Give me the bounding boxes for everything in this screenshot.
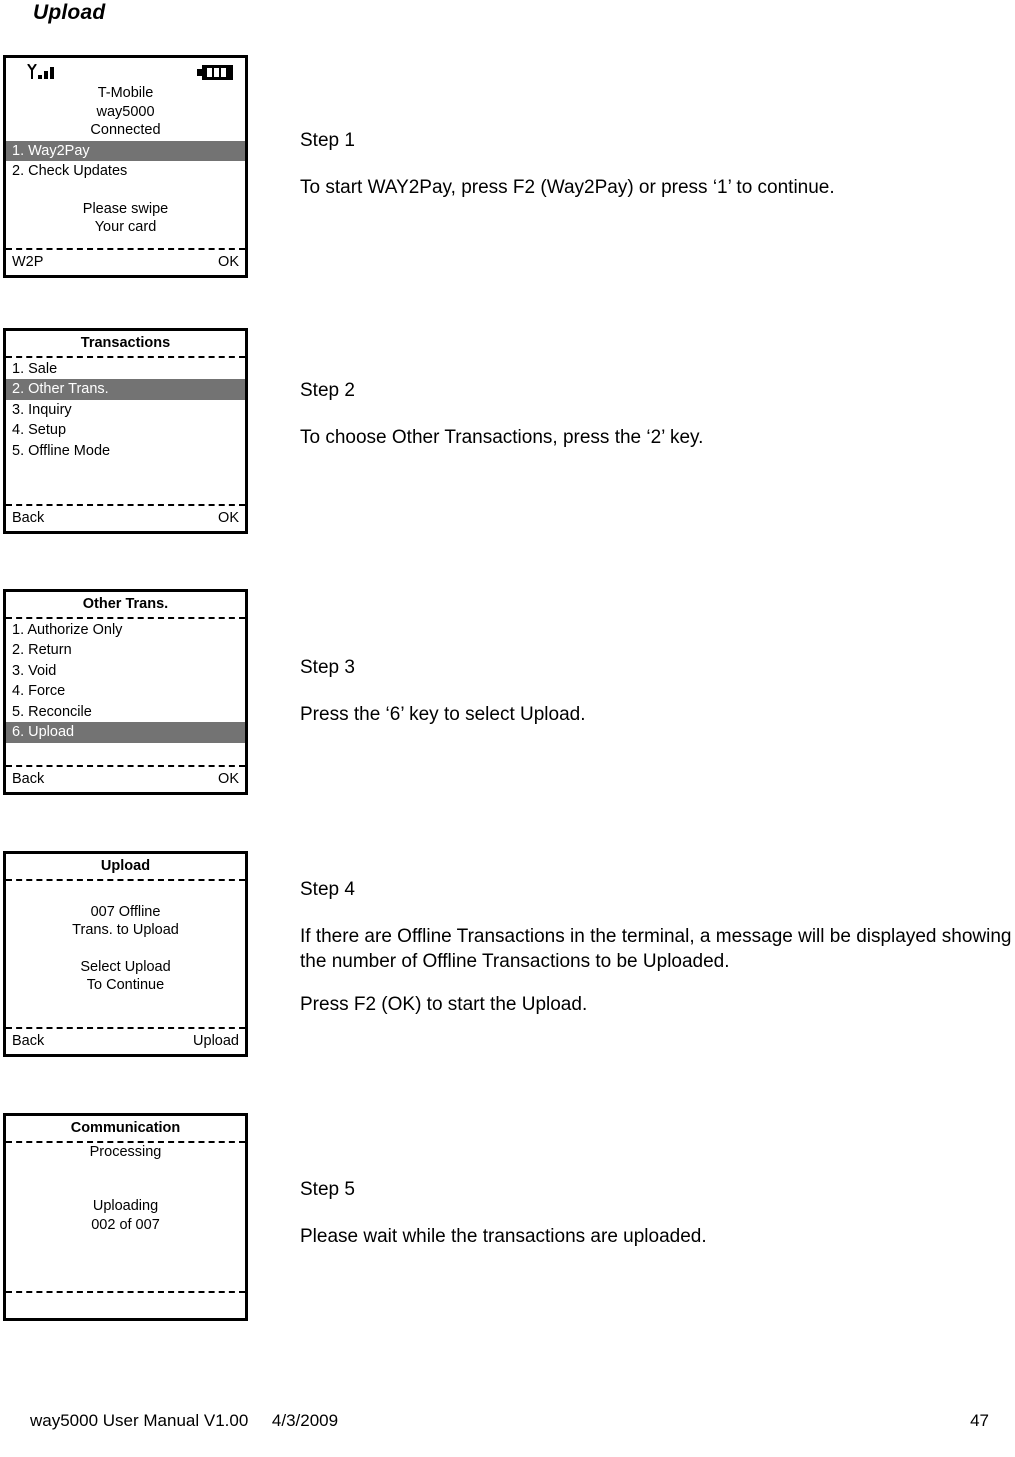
softkey-separator [6, 504, 245, 506]
signal-bars-icon [26, 63, 60, 82]
screen-title-communication: Communication [70, 1120, 181, 1136]
connection-status: Connected [90, 122, 161, 139]
step-5-block: Step 5 Please wait while the transaction… [300, 1177, 1015, 1249]
softkey-right-upload[interactable]: Upload [193, 1032, 239, 1051]
uploading-label: Uploading [92, 1198, 159, 1215]
softkey-bar: Back OK [6, 769, 245, 791]
step-1-paragraph-1: To start WAY2Pay, press F2 (Way2Pay) or … [300, 177, 835, 199]
step-4-block: Step 4 If there are Offline Transactions… [300, 877, 1015, 1017]
offline-count-caption: Trans. to Upload [72, 922, 179, 939]
status-bar [6, 58, 245, 84]
menu-item-check-updates[interactable]: 2. Check Updates [6, 161, 245, 182]
step-2-label: Step 2 [300, 380, 355, 401]
terminal-screen-transactions: Transactions 1. Sale 2. Other Trans. 3. … [3, 328, 248, 534]
menu-item-authorize-only[interactable]: 1. Authorize Only [6, 620, 245, 641]
menu-item-inquiry[interactable]: 3. Inquiry [6, 400, 245, 421]
upload-message-area: 007 Offline Trans. to Upload Select Uplo… [6, 881, 245, 995]
page-title: Upload [33, 1, 106, 24]
swipe-prompt-line-1: Please swipe [82, 200, 169, 217]
home-menu-list: 1. Way2Pay 2. Check Updates [6, 140, 245, 182]
menu-item-sale[interactable]: 1. Sale [6, 359, 245, 380]
screen-title-other-trans: Other Trans. [82, 596, 169, 612]
menu-item-setup[interactable]: 4. Setup [6, 420, 245, 441]
softkey-left-back[interactable]: Back [12, 770, 44, 789]
softkey-left-back[interactable]: Back [12, 509, 44, 528]
softkey-separator [6, 1027, 245, 1029]
screen-title-upload: Upload [100, 858, 151, 874]
upload-progress-counter: 002 of 007 [91, 1216, 160, 1233]
menu-item-offline-mode[interactable]: 5. Offline Mode [6, 441, 245, 462]
swipe-prompt-line-2: Your card [94, 219, 157, 236]
menu-item-force[interactable]: 4. Force [6, 681, 245, 702]
softkey-separator [6, 248, 245, 250]
carrier-name: T-Mobile [97, 85, 154, 101]
menu-item-void[interactable]: 3. Void [6, 661, 245, 682]
step-3-label: Step 3 [300, 657, 355, 678]
step-4-paragraph-2: Press F2 (OK) to start the Upload. [300, 994, 588, 1016]
device-name: way5000 [96, 103, 155, 120]
step-4-label: Step 4 [300, 879, 355, 900]
menu-item-reconcile[interactable]: 5. Reconcile [6, 702, 245, 723]
terminal-screen-upload: Upload 007 Offline Trans. to Upload Sele… [3, 851, 248, 1057]
continue-prompt-line-1: Select Upload [80, 958, 171, 975]
menu-item-way2pay[interactable]: 1. Way2Pay [6, 140, 245, 162]
terminal-screen-way2pay-home: T-Mobile way5000 Connected 1. Way2Pay 2.… [3, 55, 248, 278]
softkey-separator [6, 1291, 245, 1293]
softkey-bar [6, 1314, 245, 1317]
footer-manual-info: way5000 User Manual V1.00 4/3/2009 [30, 1411, 339, 1430]
softkey-left-w2p[interactable]: W2P [12, 253, 43, 272]
menu-item-upload[interactable]: 6. Upload [6, 722, 245, 743]
step-2-paragraph-1: To choose Other Transactions, press the … [300, 427, 704, 449]
softkey-right-ok[interactable]: OK [218, 253, 239, 272]
transactions-menu-list: 1. Sale 2. Other Trans. 3. Inquiry 4. Se… [6, 358, 245, 462]
page-footer: way5000 User Manual V1.00 4/3/2009 47 [30, 1411, 989, 1431]
processing-label: Processing [89, 1143, 162, 1160]
offline-count-line: 007 Offline [90, 903, 161, 920]
step-1-label: Step 1 [300, 130, 355, 151]
softkey-bar: Back OK [6, 508, 245, 530]
softkey-separator [6, 765, 245, 767]
step-4-paragraph-1: If there are Offline Transactions in the… [300, 926, 1012, 973]
continue-prompt-line-2: To Continue [86, 977, 165, 994]
footer-page-number: 47 [970, 1411, 989, 1430]
step-1-block: Step 1 To start WAY2Pay, press F2 (Way2P… [300, 128, 1015, 200]
screen-title-transactions: Transactions [80, 335, 171, 351]
softkey-bar: Back Upload [6, 1031, 245, 1053]
softkey-right-ok[interactable]: OK [218, 509, 239, 528]
terminal-screen-communication: Communication Processing Uploading 002 o… [3, 1113, 248, 1321]
terminal-screen-other-trans: Other Trans. 1. Authorize Only 2. Return… [3, 589, 248, 795]
step-3-block: Step 3 Press the ‘6’ key to select Uploa… [300, 655, 1015, 727]
other-trans-menu-list: 1. Authorize Only 2. Return 3. Void 4. F… [6, 619, 245, 743]
softkey-bar: W2P OK [6, 252, 245, 274]
step-5-paragraph-1: Please wait while the transactions are u… [300, 1226, 707, 1248]
step-2-block: Step 2 To choose Other Transactions, pre… [300, 378, 1015, 450]
menu-item-return[interactable]: 2. Return [6, 640, 245, 661]
communication-message-area: Processing Uploading 002 of 007 [6, 1143, 245, 1235]
menu-item-other-trans[interactable]: 2. Other Trans. [6, 379, 245, 400]
step-5-label: Step 5 [300, 1179, 355, 1200]
softkey-right-ok[interactable]: OK [218, 770, 239, 789]
battery-icon [197, 65, 233, 80]
softkey-left-back[interactable]: Back [12, 1032, 44, 1051]
step-3-paragraph-1: Press the ‘6’ key to select Upload. [300, 704, 586, 726]
